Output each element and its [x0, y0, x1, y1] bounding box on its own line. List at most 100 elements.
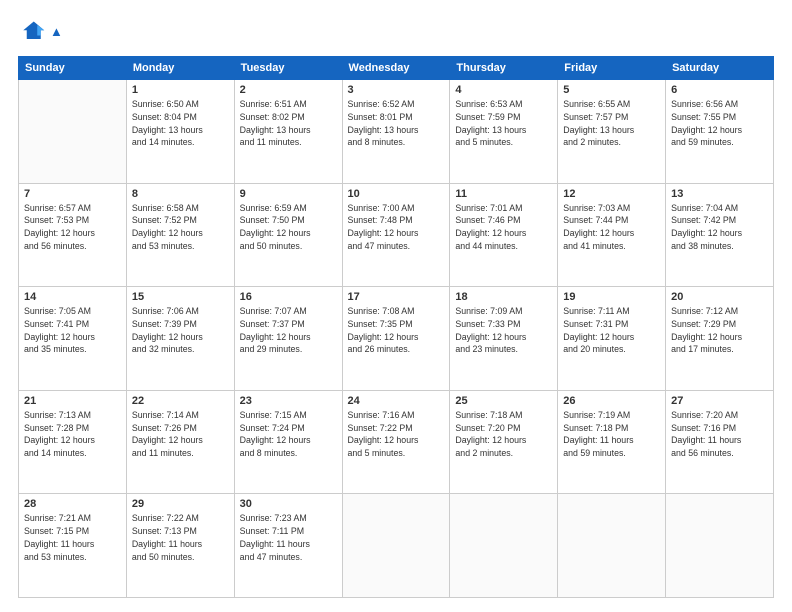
day-number: 6: [671, 84, 768, 96]
day-number: 5: [563, 84, 660, 96]
day-info: Sunrise: 7:09 AM Sunset: 7:33 PM Dayligh…: [455, 305, 552, 356]
day-number: 25: [455, 395, 552, 407]
day-info: Sunrise: 7:15 AM Sunset: 7:24 PM Dayligh…: [240, 409, 337, 460]
logo-text: ▲: [50, 24, 63, 40]
page: ▲ SundayMondayTuesdayWednesdayThursdayFr…: [0, 0, 792, 612]
calendar-cell: 4Sunrise: 6:53 AM Sunset: 7:59 PM Daylig…: [450, 80, 558, 184]
day-number: 7: [24, 188, 121, 200]
day-info: Sunrise: 7:01 AM Sunset: 7:46 PM Dayligh…: [455, 202, 552, 253]
day-number: 12: [563, 188, 660, 200]
weekday-header: Saturday: [666, 57, 774, 80]
calendar-cell: 17 Sunrise: 7:08 AM Sunset: 7:35 PM Dayli…: [342, 287, 450, 391]
day-number: 9: [240, 188, 337, 200]
calendar-cell: [450, 494, 558, 598]
day-number: 26: [563, 395, 660, 407]
calendar-cell: [19, 80, 127, 184]
day-number: 16: [240, 291, 337, 303]
day-number: 14: [24, 291, 121, 303]
logo: ▲: [18, 18, 63, 46]
day-info: Sunrise: 7:08 AM Sunset: 7:35 PM Dayligh…: [348, 305, 445, 356]
day-number: 24: [348, 395, 445, 407]
weekday-header-row: SundayMondayTuesdayWednesdayThursdayFrid…: [19, 57, 774, 80]
day-number: 23: [240, 395, 337, 407]
day-info: Sunrise: 7:03 AM Sunset: 7:44 PM Dayligh…: [563, 202, 660, 253]
day-number: 22: [132, 395, 229, 407]
day-info: Sunrise: 6:51 AM Sunset: 8:02 PM Dayligh…: [240, 98, 337, 149]
calendar-cell: 19 Sunrise: 7:11 AM Sunset: 7:31 PM Dayli…: [558, 287, 666, 391]
day-info: Sunrise: 6:53 AM Sunset: 7:59 PM Dayligh…: [455, 98, 552, 149]
day-number: 17: [348, 291, 445, 303]
day-number: 3: [348, 84, 445, 96]
day-info: Sunrise: 7:05 AM Sunset: 7:41 PM Dayligh…: [24, 305, 121, 356]
calendar-cell: [558, 494, 666, 598]
day-info: Sunrise: 6:56 AM Sunset: 7:55 PM Dayligh…: [671, 98, 768, 149]
calendar-cell: 20 Sunrise: 7:12 AM Sunset: 7:29 PM Dayli…: [666, 287, 774, 391]
calendar-cell: 8Sunrise: 6:58 AM Sunset: 7:52 PM Daylig…: [126, 183, 234, 287]
calendar-table: SundayMondayTuesdayWednesdayThursdayFrid…: [18, 56, 774, 598]
day-info: Sunrise: 6:55 AM Sunset: 7:57 PM Dayligh…: [563, 98, 660, 149]
day-info: Sunrise: 7:06 AM Sunset: 7:39 PM Dayligh…: [132, 305, 229, 356]
day-number: 11: [455, 188, 552, 200]
calendar-week-row: 21 Sunrise: 7:13 AM Sunset: 7:28 PM Dayli…: [19, 390, 774, 494]
weekday-header: Wednesday: [342, 57, 450, 80]
weekday-header: Friday: [558, 57, 666, 80]
day-info: Sunrise: 7:16 AM Sunset: 7:22 PM Dayligh…: [348, 409, 445, 460]
day-info: Sunrise: 6:59 AM Sunset: 7:50 PM Dayligh…: [240, 202, 337, 253]
day-info: Sunrise: 6:50 AM Sunset: 8:04 PM Dayligh…: [132, 98, 229, 149]
calendar-cell: 23 Sunrise: 7:15 AM Sunset: 7:24 PM Dayli…: [234, 390, 342, 494]
day-number: 21: [24, 395, 121, 407]
day-number: 19: [563, 291, 660, 303]
calendar-cell: 21 Sunrise: 7:13 AM Sunset: 7:28 PM Dayli…: [19, 390, 127, 494]
calendar-cell: 22 Sunrise: 7:14 AM Sunset: 7:26 PM Dayli…: [126, 390, 234, 494]
calendar-cell: 28 Sunrise: 7:21 AM Sunset: 7:15 PM Dayli…: [19, 494, 127, 598]
calendar-cell: 27Sunrise: 7:20 AM Sunset: 7:16 PM Dayli…: [666, 390, 774, 494]
day-info: Sunrise: 7:12 AM Sunset: 7:29 PM Dayligh…: [671, 305, 768, 356]
calendar-week-row: 14 Sunrise: 7:05 AM Sunset: 7:41 PM Dayli…: [19, 287, 774, 391]
calendar-cell: 13Sunrise: 7:04 AM Sunset: 7:42 PM Dayli…: [666, 183, 774, 287]
calendar-cell: 25 Sunrise: 7:18 AM Sunset: 7:20 PM Dayli…: [450, 390, 558, 494]
day-number: 29: [132, 498, 229, 510]
calendar-cell: 6 Sunrise: 6:56 AM Sunset: 7:55 PM Daylig…: [666, 80, 774, 184]
calendar-cell: 16 Sunrise: 7:07 AM Sunset: 7:37 PM Dayli…: [234, 287, 342, 391]
calendar-cell: 15 Sunrise: 7:06 AM Sunset: 7:39 PM Dayli…: [126, 287, 234, 391]
calendar-cell: 9 Sunrise: 6:59 AM Sunset: 7:50 PM Daylig…: [234, 183, 342, 287]
calendar-cell: [666, 494, 774, 598]
calendar-cell: 29 Sunrise: 7:22 AM Sunset: 7:13 PM Dayli…: [126, 494, 234, 598]
day-number: 15: [132, 291, 229, 303]
day-info: Sunrise: 6:57 AM Sunset: 7:53 PM Dayligh…: [24, 202, 121, 253]
weekday-header: Thursday: [450, 57, 558, 80]
day-number: 30: [240, 498, 337, 510]
calendar-cell: 14 Sunrise: 7:05 AM Sunset: 7:41 PM Dayli…: [19, 287, 127, 391]
day-info: Sunrise: 7:18 AM Sunset: 7:20 PM Dayligh…: [455, 409, 552, 460]
day-info: Sunrise: 7:22 AM Sunset: 7:13 PM Dayligh…: [132, 512, 229, 563]
calendar-cell: 24 Sunrise: 7:16 AM Sunset: 7:22 PM Dayli…: [342, 390, 450, 494]
day-info: Sunrise: 7:00 AM Sunset: 7:48 PM Dayligh…: [348, 202, 445, 253]
day-number: 2: [240, 84, 337, 96]
day-info: Sunrise: 7:19 AM Sunset: 7:18 PM Dayligh…: [563, 409, 660, 460]
day-info: Sunrise: 7:13 AM Sunset: 7:28 PM Dayligh…: [24, 409, 121, 460]
calendar-cell: 26 Sunrise: 7:19 AM Sunset: 7:18 PM Dayli…: [558, 390, 666, 494]
day-info: Sunrise: 7:14 AM Sunset: 7:26 PM Dayligh…: [132, 409, 229, 460]
day-number: 18: [455, 291, 552, 303]
day-number: 20: [671, 291, 768, 303]
calendar-cell: 10 Sunrise: 7:00 AM Sunset: 7:48 PM Dayli…: [342, 183, 450, 287]
day-info: Sunrise: 7:21 AM Sunset: 7:15 PM Dayligh…: [24, 512, 121, 563]
weekday-header: Monday: [126, 57, 234, 80]
calendar-cell: 1 Sunrise: 6:50 AM Sunset: 8:04 PM Daylig…: [126, 80, 234, 184]
day-number: 28: [24, 498, 121, 510]
calendar-cell: 2 Sunrise: 6:51 AM Sunset: 8:02 PM Daylig…: [234, 80, 342, 184]
calendar-week-row: 7 Sunrise: 6:57 AM Sunset: 7:53 PM Daylig…: [19, 183, 774, 287]
header: ▲: [18, 18, 774, 46]
day-number: 1: [132, 84, 229, 96]
day-info: Sunrise: 7:23 AM Sunset: 7:11 PM Dayligh…: [240, 512, 337, 563]
day-number: 10: [348, 188, 445, 200]
calendar-week-row: 1 Sunrise: 6:50 AM Sunset: 8:04 PM Daylig…: [19, 80, 774, 184]
calendar-week-row: 28 Sunrise: 7:21 AM Sunset: 7:15 PM Dayli…: [19, 494, 774, 598]
calendar-cell: 11 Sunrise: 7:01 AM Sunset: 7:46 PM Dayli…: [450, 183, 558, 287]
calendar-cell: 30 Sunrise: 7:23 AM Sunset: 7:11 PM Dayli…: [234, 494, 342, 598]
day-info: Sunrise: 7:11 AM Sunset: 7:31 PM Dayligh…: [563, 305, 660, 356]
calendar-cell: 18 Sunrise: 7:09 AM Sunset: 7:33 PM Dayli…: [450, 287, 558, 391]
logo-icon: [18, 18, 46, 46]
day-info: Sunrise: 6:58 AM Sunset: 7:52 PM Dayligh…: [132, 202, 229, 253]
day-info: Sunrise: 7:07 AM Sunset: 7:37 PM Dayligh…: [240, 305, 337, 356]
